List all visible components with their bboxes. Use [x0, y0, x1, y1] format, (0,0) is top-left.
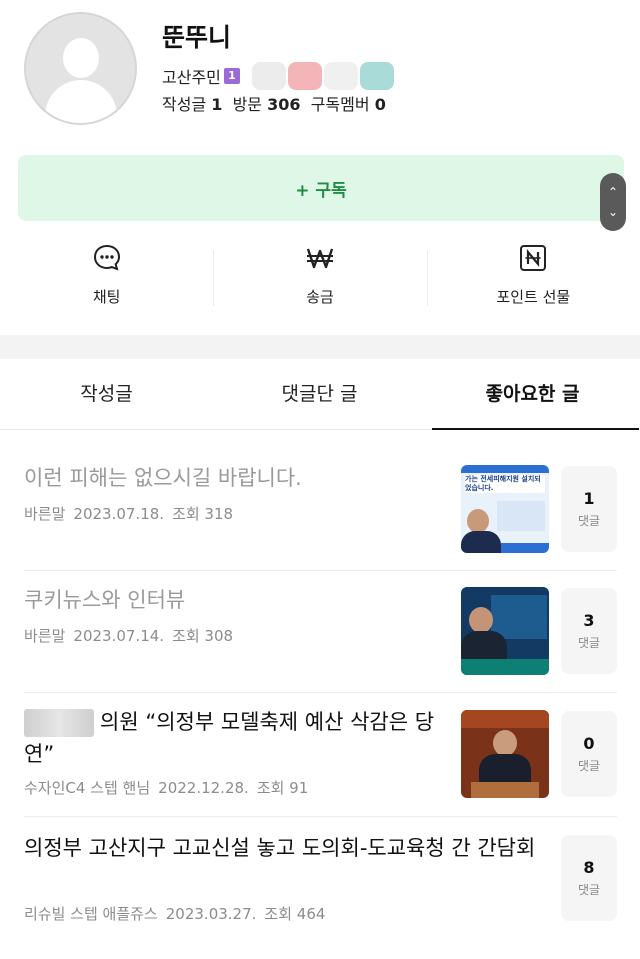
scroll-handle[interactable]: ⌃ ⌄	[600, 173, 626, 231]
comment-label: 댓글	[577, 759, 601, 773]
comment-count-box[interactable]: 0 댓글	[561, 711, 617, 797]
post-meta: 수자인C4 스텝 핸님 2022.12.28. 조회 91	[24, 777, 308, 798]
point-gift-action[interactable]: 포인트 선물	[426, 240, 640, 312]
grade-row: 고산주민 1	[162, 62, 396, 90]
action-bar: 채팅 송금 포인트 선물	[0, 240, 640, 312]
post-author: 수자인C4 스텝 핸님	[24, 779, 151, 797]
post-title[interactable]: 의정부 고산지구 고교신설 놓고 도의회-도교육청 간 간담회	[24, 832, 544, 864]
subscribe-button[interactable]: + 구독	[18, 155, 624, 221]
post-title[interactable]: 이런 피해는 없으시길 바랍니다.	[24, 462, 444, 494]
comment-count: 1	[583, 489, 595, 508]
stat-posts-value: 1	[211, 95, 223, 114]
post-author: 리슈빌 스텝 애플쥬스	[24, 905, 158, 923]
chat-bubble-icon	[92, 240, 122, 276]
avatar-head-shape	[63, 38, 99, 78]
post-author: 바른말	[24, 505, 66, 523]
chat-label: 채팅	[92, 288, 121, 306]
blurred-badge	[251, 62, 286, 90]
comment-count-box[interactable]: 8 댓글	[561, 835, 617, 921]
naver-point-icon	[518, 240, 548, 276]
post-author: 바른말	[24, 627, 66, 645]
post-views: 조회 308	[172, 627, 234, 645]
blurred-badge	[287, 62, 322, 90]
stat-members-value: 0	[374, 95, 386, 114]
comment-count-box[interactable]: 1 댓글	[561, 466, 617, 552]
avatar[interactable]	[24, 12, 137, 125]
divider	[24, 570, 617, 571]
post-date: 2022.12.28.	[158, 779, 249, 797]
tab-bar: 작성글 댓글단 글 좋아요한 글	[0, 360, 640, 430]
divider	[24, 816, 617, 817]
comment-label: 댓글	[577, 514, 601, 528]
thumb-person-body	[479, 754, 531, 784]
blurred-badges	[251, 62, 396, 90]
thumb-doc-decor	[497, 501, 545, 531]
post-title[interactable]: 쿠키뉴스와 인터뷰	[24, 584, 444, 616]
avatar-body-shape	[45, 80, 117, 123]
post-thumbnail[interactable]	[461, 587, 549, 675]
stat-members-label: 구독멤버	[310, 95, 370, 114]
post-date: 2023.03.27.	[165, 905, 257, 923]
comment-label: 댓글	[577, 883, 601, 897]
comment-label: 댓글	[577, 636, 601, 650]
blurred-badge	[323, 62, 358, 90]
post-meta: 바른말 2023.07.14. 조회 308	[24, 625, 233, 646]
post-thumbnail[interactable]: 가는 전세피해지원 설치되었습니다.	[461, 465, 549, 553]
post-date: 2023.07.14.	[73, 627, 165, 645]
stat-visits-label: 방문	[232, 95, 263, 114]
transfer-action[interactable]: 송금	[213, 240, 426, 312]
profile-stats: 작성글 1 방문 306 구독멤버 0	[162, 91, 386, 115]
post-meta: 리슈빌 스텝 애플쥬스 2023.03.27. 조회 464	[24, 903, 325, 924]
post-date: 2023.07.18.	[73, 505, 165, 523]
grade-badge: 1	[223, 68, 240, 84]
blurred-badge	[359, 62, 394, 90]
divider	[24, 692, 617, 693]
point-gift-label: 포인트 선물	[496, 288, 571, 306]
comment-count-box[interactable]: 3 댓글	[561, 588, 617, 674]
comment-count: 3	[583, 611, 595, 630]
post-views: 조회 91	[256, 779, 309, 797]
post-meta: 바른말 2023.07.18. 조회 318	[24, 503, 233, 524]
won-icon	[304, 240, 336, 276]
thumb-bar-decor	[461, 659, 549, 675]
comment-count: 0	[583, 734, 595, 753]
thumb-wall-decor	[461, 710, 549, 728]
comment-count: 8	[583, 858, 595, 877]
thumb-podium-decor	[471, 782, 539, 798]
grade-label: 고산주민	[162, 68, 221, 87]
thumb-bar-decor	[461, 465, 549, 473]
stat-posts-label: 작성글	[162, 95, 207, 114]
chevron-down-icon: ⌄	[607, 205, 619, 219]
thumb-person-head	[493, 730, 517, 756]
nickname: 뚠뚜니	[162, 23, 232, 52]
thumb-bar-decor	[501, 543, 549, 553]
transfer-label: 송금	[306, 288, 334, 306]
post-views: 조회 318	[172, 505, 234, 523]
thumb-person-head	[469, 607, 493, 633]
thumb-person-head	[467, 509, 489, 533]
tab-my-posts[interactable]: 작성글	[0, 360, 213, 429]
thumb-person-body	[461, 531, 501, 553]
thumb-caption: 가는 전세피해지원 설치되었습니다.	[465, 475, 545, 493]
profile-header: 뚠뚜니 고산주민 1 작성글 1 방문 306 구독멤버 0	[0, 0, 640, 150]
blurred-name	[24, 709, 94, 737]
stat-visits-value: 306	[267, 95, 301, 114]
chat-action[interactable]: 채팅	[0, 240, 213, 312]
post-title[interactable]: 의원 “의정부 모델축제 예산 삭감은 당연”	[24, 706, 444, 770]
tab-commented-posts[interactable]: 댓글단 글	[213, 360, 426, 429]
tab-liked-posts[interactable]: 좋아요한 글	[426, 360, 639, 430]
post-thumbnail[interactable]	[461, 710, 549, 798]
post-views: 조회 464	[264, 905, 326, 923]
chevron-up-icon: ⌃	[607, 185, 619, 199]
thumb-person-body	[461, 631, 507, 659]
section-gap	[0, 335, 640, 359]
